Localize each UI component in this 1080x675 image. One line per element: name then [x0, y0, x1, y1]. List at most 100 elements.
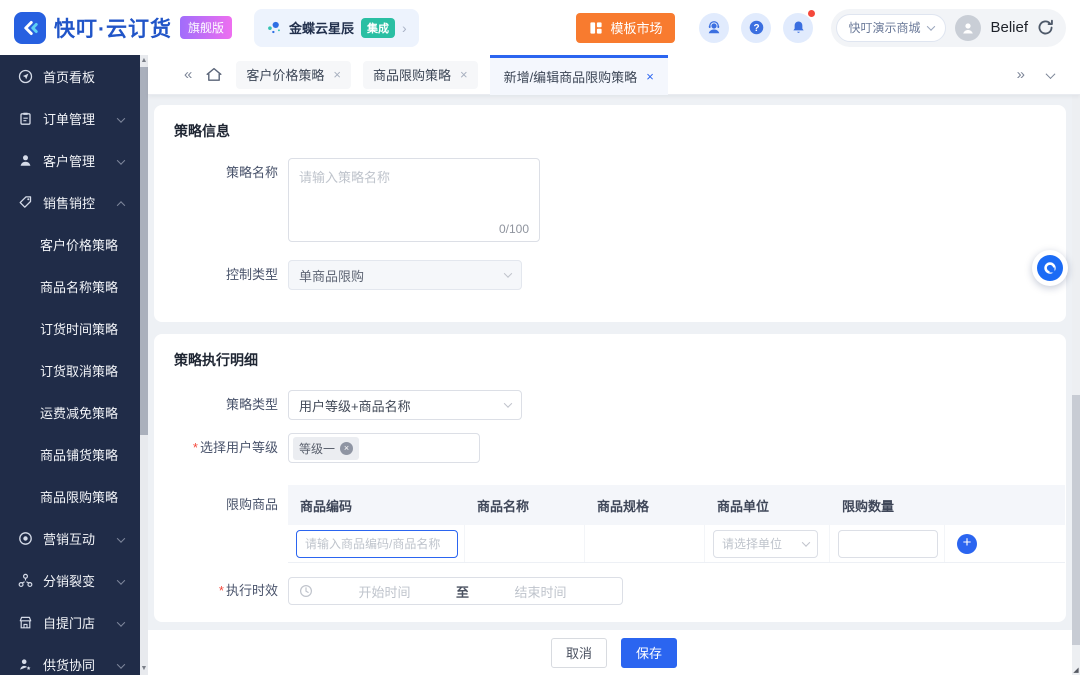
- control-type-select[interactable]: 单商品限购: [288, 260, 522, 290]
- sidebar-item-orders[interactable]: 订单管理: [0, 97, 140, 139]
- sidebar-item-distribution[interactable]: 分销裂变: [0, 559, 140, 601]
- chevron-down-icon: [118, 531, 124, 546]
- tab-edit-purchase-limit-strategy[interactable]: 新增/编辑商品限购策略 ×: [490, 55, 668, 95]
- floating-service-button[interactable]: [1032, 250, 1068, 286]
- save-button[interactable]: 保存: [621, 638, 677, 668]
- app-title: 快叮·云订货: [54, 13, 172, 43]
- sidebar-scrollbar-thumb[interactable]: [140, 67, 148, 435]
- column-header: 商品编码: [288, 485, 465, 525]
- sidebar-item-label: 商品铺货策略: [40, 445, 118, 464]
- sidebar-item-customers[interactable]: 客户管理: [0, 139, 140, 181]
- customer-icon: [18, 153, 34, 168]
- integration-entry[interactable]: 金蝶云星辰 集成 ›: [254, 9, 419, 47]
- tag-close-icon[interactable]: ×: [340, 442, 353, 455]
- chevron-down-icon: [118, 573, 124, 588]
- person-icon: [960, 20, 976, 36]
- close-icon[interactable]: ×: [646, 69, 654, 84]
- strategy-info-panel: 策略信息 策略名称 0/100 控制类型 单商品限购: [154, 105, 1066, 322]
- strategy-name-input[interactable]: [289, 159, 539, 221]
- control-type-value: 单商品限购: [299, 266, 364, 285]
- column-header: [945, 485, 1065, 525]
- close-icon[interactable]: ×: [460, 67, 468, 82]
- product-spec-cell: [585, 525, 705, 562]
- close-icon[interactable]: ×: [333, 67, 341, 82]
- range-separator: 至: [456, 582, 469, 601]
- user-avatar[interactable]: [955, 15, 981, 41]
- user-level-input[interactable]: 等级一 ×: [288, 433, 480, 463]
- customer-service-button[interactable]: [699, 13, 729, 43]
- product-code-input[interactable]: [296, 530, 458, 558]
- column-header: 商品单位: [705, 485, 830, 525]
- sidebar-item-label: 运费减免策略: [40, 403, 118, 422]
- distribution-icon: [18, 573, 34, 588]
- control-type-label: 控制类型: [174, 260, 278, 290]
- chevron-down-icon: [927, 22, 935, 30]
- sidebar-item-order-cancel-strategy[interactable]: 订货取消策略: [0, 349, 140, 391]
- scroll-down-arrow-icon[interactable]: ◢: [1072, 666, 1080, 675]
- sidebar-item-label: 营销互动: [43, 529, 95, 548]
- chevron-up-icon: [118, 195, 124, 210]
- bell-icon: [791, 20, 806, 35]
- unit-select[interactable]: 请选择单位: [713, 530, 818, 558]
- chevron-down-icon: [118, 657, 124, 672]
- strategy-name-label: 策略名称: [174, 158, 278, 188]
- sidebar-item-order-time-strategy[interactable]: 订货时间策略: [0, 307, 140, 349]
- home-tab-icon[interactable]: [204, 65, 224, 84]
- sidebar-nav: 首页看板 订单管理 客户管理 销售销控: [0, 55, 140, 675]
- char-counter: 0/100: [499, 222, 529, 236]
- sidebar-item-purchase-limit-strategy[interactable]: 商品限购策略: [0, 475, 140, 517]
- tag-label: 等级一: [299, 440, 335, 457]
- chevron-down-icon: [118, 615, 124, 630]
- help-button[interactable]: ?: [741, 13, 771, 43]
- double-chevron-left-icon: [19, 17, 41, 39]
- content-scrollbar[interactable]: ◢: [1072, 95, 1080, 675]
- sidebar-item-label: 供货协同: [43, 655, 95, 674]
- sidebar-item-label: 销售销控: [43, 193, 95, 212]
- sidebar-item-freight-discount-strategy[interactable]: 运费减免策略: [0, 391, 140, 433]
- user-area: 快叮演示商城 Belief: [831, 9, 1066, 47]
- tabs-menu-icon[interactable]: [1047, 66, 1054, 83]
- question-mark-icon: ?: [748, 19, 765, 36]
- scroll-up-arrow-icon[interactable]: ▲: [140, 56, 148, 66]
- exec-time-range-picker[interactable]: 开始时间 至 结束时间: [288, 577, 623, 605]
- scroll-down-arrow-icon[interactable]: ▼: [140, 664, 148, 674]
- notification-button[interactable]: [783, 13, 813, 43]
- body: 首页看板 订单管理 客户管理 销售销控: [0, 55, 1080, 675]
- column-header: 限购数量: [830, 485, 945, 525]
- cancel-button[interactable]: 取消: [551, 638, 607, 668]
- sidebar-item-customer-price-strategy[interactable]: 客户价格策略: [0, 223, 140, 265]
- template-market-button[interactable]: 模板市场: [576, 13, 675, 43]
- tab-bar: « 客户价格策略 × 商品限购策略 × 新增/编辑商品限购策略 × »: [148, 55, 1080, 95]
- tab-customer-price-strategy[interactable]: 客户价格策略 ×: [236, 61, 351, 89]
- sidebar-scrollbar[interactable]: ▲ ▼: [140, 55, 148, 675]
- tab-purchase-limit-strategy[interactable]: 商品限购策略 ×: [363, 61, 478, 89]
- expand-tabs-icon[interactable]: »: [1017, 66, 1025, 83]
- sidebar-item-pickup-store[interactable]: 自提门店: [0, 601, 140, 643]
- store-icon: [18, 615, 34, 630]
- refresh-icon[interactable]: [1037, 19, 1054, 36]
- limit-quantity-input[interactable]: [838, 530, 938, 558]
- flagship-badge: 旗舰版: [180, 16, 232, 39]
- app-window: 快叮·云订货 旗舰版 金蝶云星辰 集成 › 模板市场: [0, 0, 1080, 675]
- sidebar-item-label: 订货时间策略: [40, 319, 118, 338]
- content-scrollbar-thumb[interactable]: [1072, 395, 1080, 645]
- integrated-badge: 集成: [361, 18, 395, 38]
- sidebar-item-marketing[interactable]: 营销互动: [0, 517, 140, 559]
- sidebar-item-sales-control[interactable]: 销售销控: [0, 181, 140, 223]
- strategy-type-select[interactable]: 用户等级+商品名称: [288, 390, 522, 420]
- sidebar-item-product-distribution-strategy[interactable]: 商品铺货策略: [0, 433, 140, 475]
- add-row-button[interactable]: +: [957, 534, 977, 554]
- strategy-type-value: 用户等级+商品名称: [299, 396, 411, 415]
- sidebar-item-product-name-strategy[interactable]: 商品名称策略: [0, 265, 140, 307]
- sidebar-item-label: 客户价格策略: [40, 235, 118, 254]
- chevron-down-icon: [802, 538, 810, 546]
- chevron-down-icon: [504, 269, 512, 277]
- store-selector[interactable]: 快叮演示商城: [836, 14, 946, 42]
- chevron-down-icon: [118, 111, 124, 126]
- sidebar-item-supply-collaboration[interactable]: 供货协同: [0, 643, 140, 675]
- order-icon: [18, 111, 34, 126]
- headset-person-icon: [706, 20, 722, 36]
- sidebar-item-dashboard[interactable]: 首页看板: [0, 55, 140, 97]
- supply-icon: [18, 657, 34, 672]
- collapse-tabs-icon[interactable]: «: [184, 66, 192, 83]
